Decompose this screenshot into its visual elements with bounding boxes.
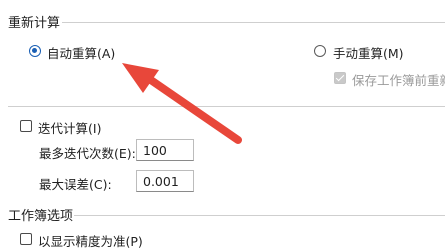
annotation-arrow-icon [122, 63, 242, 144]
